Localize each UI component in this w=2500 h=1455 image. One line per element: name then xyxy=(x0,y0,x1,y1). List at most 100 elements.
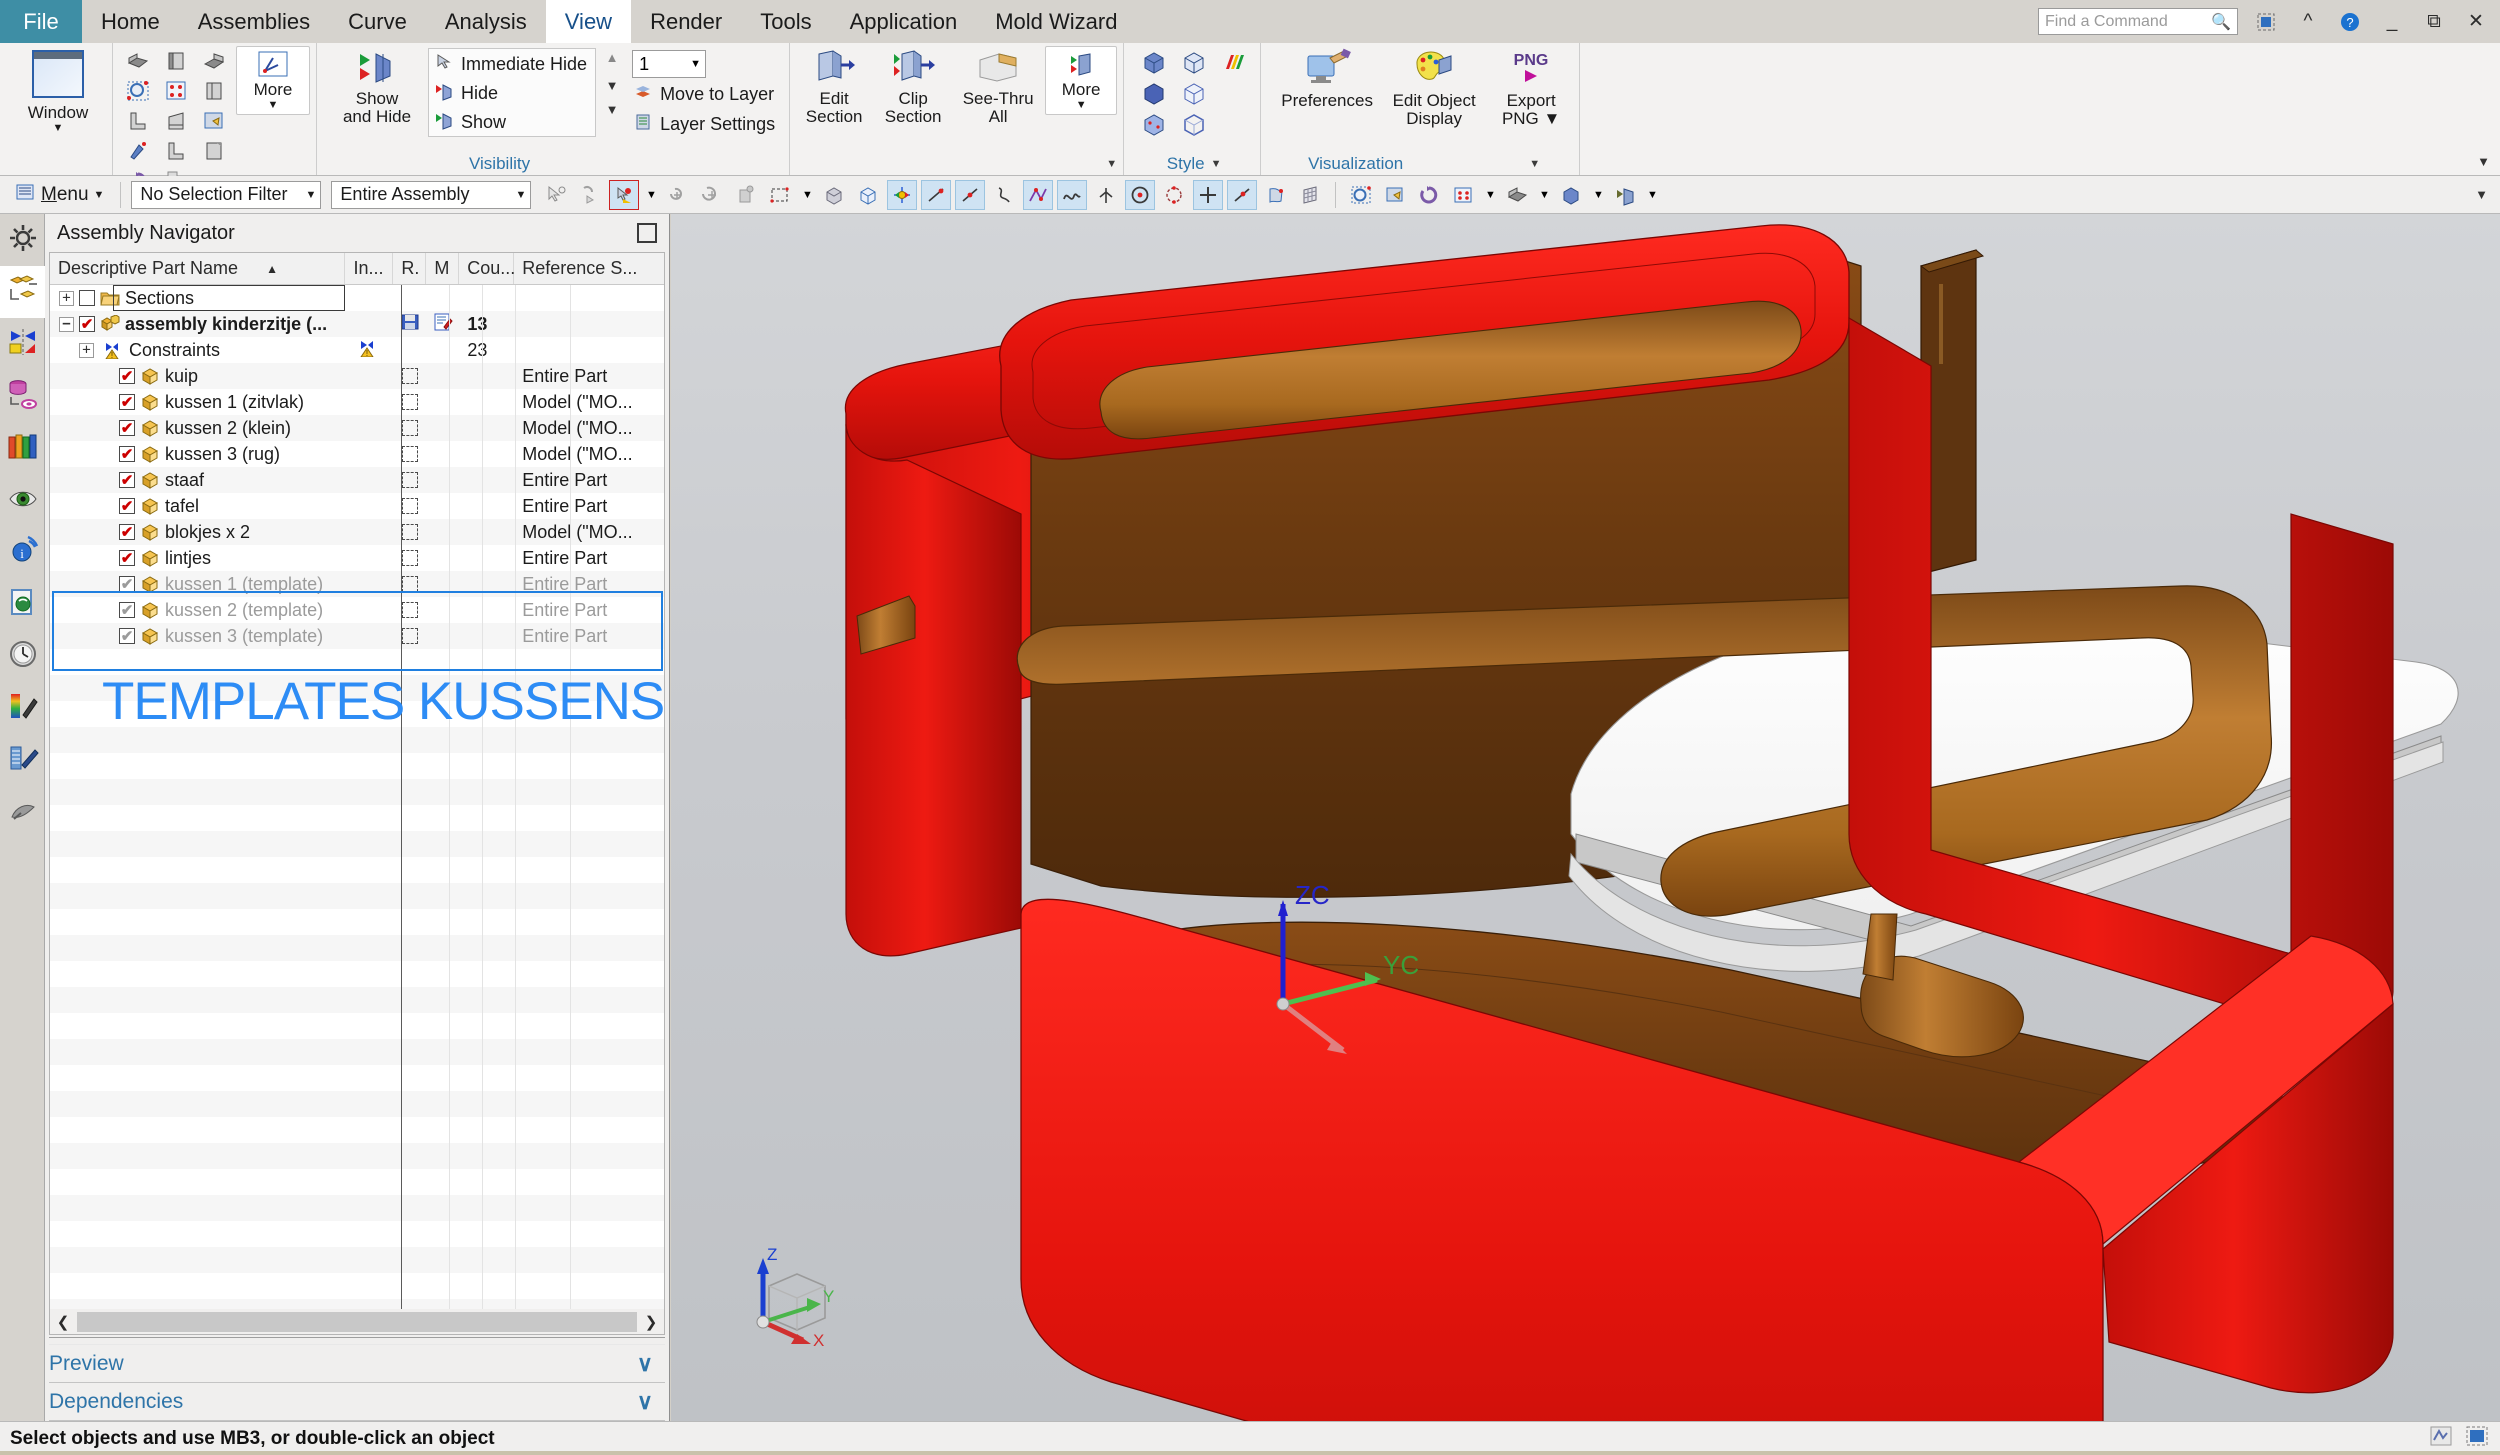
component-visibility-checkbox[interactable]: ✔ xyxy=(119,628,135,644)
top-view-icon[interactable] xyxy=(195,76,233,106)
layer-settings-item[interactable]: Layer Settings xyxy=(632,111,783,138)
isometric-view-icon[interactable] xyxy=(195,46,233,76)
tree-node-name-cell[interactable]: ✔ kussen 1 (zitvlak) xyxy=(50,389,346,415)
scroll-up-icon[interactable]: ▲ xyxy=(606,50,619,65)
table-row[interactable]: ✔ staaf Entire Part xyxy=(50,467,664,493)
chevron-down-icon[interactable]: ▼ xyxy=(1076,99,1087,112)
component-visibility-checkbox[interactable]: ✔ xyxy=(119,368,135,384)
ribbon-expand-icon[interactable]: ▼ xyxy=(2477,154,2490,169)
resource-bar-item-history[interactable] xyxy=(0,578,45,630)
arc-point-snap-icon[interactable] xyxy=(1159,180,1189,210)
tree-node-name-cell[interactable]: ✔ kussen 1 (template) xyxy=(50,571,346,597)
resource-bar-item-hd3d-tools[interactable] xyxy=(0,474,45,526)
minimize-icon[interactable]: _ xyxy=(2378,8,2406,36)
tree-node-name-cell[interactable]: ✔ kussen 3 (template) xyxy=(50,623,346,649)
component-visibility-checkbox[interactable]: ✔ xyxy=(119,394,135,410)
trimetric-view-icon[interactable] xyxy=(119,46,157,76)
resource-bar-item-web-export[interactable] xyxy=(0,786,45,838)
table-row[interactable]: ✔ kussen 2 (template) Entire Part xyxy=(50,597,664,623)
chevron-down-icon[interactable]: ▼ xyxy=(292,189,317,201)
face-analysis-icon[interactable] xyxy=(1134,108,1174,139)
chevron-down-icon[interactable]: ∨ xyxy=(637,1389,665,1415)
quadrant-point-snap-icon[interactable] xyxy=(1057,179,1088,210)
component-visibility-checkbox[interactable] xyxy=(79,290,95,306)
move-to-layer-item[interactable]: Move to Layer xyxy=(632,81,783,108)
show-and-hide-button[interactable]: Show and Hide xyxy=(329,46,425,129)
tree-node-name-cell[interactable]: ✔ kuip xyxy=(50,363,346,389)
snap-point-options-icon[interactable] xyxy=(731,180,761,210)
panel-resize-grip[interactable] xyxy=(49,1337,665,1345)
tree-node-name-cell[interactable]: ✔ kussen 3 (rug) xyxy=(50,441,346,467)
table-row[interactable]: ✔ tafel Entire Part xyxy=(50,493,664,519)
component-visibility-checkbox[interactable]: ✔ xyxy=(119,524,135,540)
table-row[interactable]: + Sections xyxy=(50,285,664,311)
control-point-snap-icon[interactable] xyxy=(955,179,986,210)
end-point-snap-icon[interactable] xyxy=(887,179,918,210)
table-row[interactable]: ✔ kussen 1 (zitvlak) Model ("MO... xyxy=(50,389,664,415)
component-visibility-checkbox[interactable]: ✔ xyxy=(119,446,135,462)
selection-filter-dropdown[interactable]: No Selection Filter ▼ xyxy=(131,180,322,209)
shaded-with-edges-icon[interactable] xyxy=(1174,46,1214,77)
render-style-icon[interactable] xyxy=(2428,1424,2454,1453)
intersection-snap-icon[interactable] xyxy=(989,180,1019,210)
resource-bar-item-constraint-navigator[interactable] xyxy=(0,318,45,370)
studio-icon[interactable] xyxy=(1134,77,1174,108)
tree-node-name-cell[interactable]: − ✔ assembly kinderzitje (... xyxy=(50,311,346,337)
ribbon-tab-home[interactable]: Home xyxy=(82,0,179,43)
component-visibility-checkbox[interactable]: ✔ xyxy=(119,550,135,566)
resource-bar-item-reuse-library[interactable] xyxy=(0,422,45,474)
tree-node-name-cell[interactable]: ✔ kussen 2 (klein) xyxy=(50,415,346,441)
pan-view-icon[interactable] xyxy=(195,106,233,136)
chevron-down-icon[interactable]: ▼ xyxy=(1644,189,1660,201)
column-header-read-only[interactable]: R. xyxy=(393,253,427,284)
component-visibility-checkbox[interactable]: ✔ xyxy=(119,602,135,618)
tree-node-name-cell[interactable]: ✔ tafel xyxy=(50,493,346,519)
shaded-icon[interactable] xyxy=(1134,46,1174,77)
tree-horizontal-scrollbar[interactable]: ❮ ❯ xyxy=(49,1309,665,1335)
resource-bar-item-system-clock[interactable] xyxy=(0,630,45,682)
collapse-ribbon-icon[interactable]: ^ xyxy=(2294,8,2322,36)
lintjes-upright[interactable] xyxy=(1919,214,2500,575)
point-on-curve-snap-icon[interactable] xyxy=(1091,180,1121,210)
column-header-reference-set[interactable]: Reference S... xyxy=(514,253,664,284)
graphics-window[interactable]: ZC YC Z Y X xyxy=(671,214,2500,1421)
column-header-modified[interactable]: M xyxy=(426,253,460,284)
resource-bar-item-palette[interactable] xyxy=(0,682,45,734)
chevron-down-icon[interactable]: ▼ xyxy=(690,58,701,70)
fit-view-icon[interactable] xyxy=(1346,180,1376,210)
scroll-right-icon[interactable]: ❯ xyxy=(638,1310,664,1334)
pan-icon[interactable] xyxy=(1380,180,1410,210)
help-icon[interactable]: ? xyxy=(2336,8,2364,36)
left-view-icon[interactable] xyxy=(119,106,157,136)
work-layer-input[interactable]: 1 ▼ xyxy=(632,50,707,78)
table-row[interactable]: − ✔ assembly kinderzitje (... 13 xyxy=(50,311,664,337)
chevron-down-icon[interactable]: ▼ xyxy=(643,189,659,201)
scrollbar-thumb[interactable] xyxy=(77,1311,637,1332)
resource-bar-item-assembly-navigator[interactable] xyxy=(0,266,45,318)
edit-object-display-button[interactable]: Edit Object Display xyxy=(1382,46,1486,131)
ribbon-tab-application[interactable]: Application xyxy=(831,0,977,43)
select-faces-icon[interactable] xyxy=(609,179,640,210)
tree-node-name-cell[interactable]: +! Constraints xyxy=(50,337,346,363)
view-section-icon[interactable] xyxy=(2464,1424,2490,1453)
ribbon-tab-assemblies[interactable]: Assemblies xyxy=(179,0,329,43)
component-visibility-checkbox[interactable]: ✔ xyxy=(119,498,135,514)
orientation-more-button[interactable]: More ▼ xyxy=(236,46,310,116)
zoom-view-icon[interactable] xyxy=(157,76,195,106)
clip-section-button[interactable]: Clip Section xyxy=(875,46,951,129)
fit-view-icon[interactable] xyxy=(119,76,157,106)
chevron-down-icon[interactable]: ▼ xyxy=(94,189,105,201)
restore-view-icon[interactable] xyxy=(2252,8,2280,36)
midpoint-snap-icon[interactable] xyxy=(921,179,952,210)
zoom-icon[interactable] xyxy=(1448,180,1478,210)
column-header-descriptive-part-name[interactable]: Descriptive Part Name ▲ xyxy=(50,253,346,284)
resource-bar-item-internet-explorer[interactable]: i xyxy=(0,526,45,578)
edit-section-button[interactable]: Edit Section xyxy=(796,46,872,129)
ribbon-tab-render[interactable]: Render xyxy=(631,0,741,43)
circle-center-snap-icon[interactable] xyxy=(1125,179,1156,210)
chevron-down-icon[interactable]: ▼ xyxy=(53,122,64,135)
wireframe-with-dim-edges-icon[interactable] xyxy=(1174,108,1214,139)
close-icon[interactable]: ✕ xyxy=(2462,8,2490,36)
immediate-hide-item[interactable]: Immediate Hide xyxy=(429,51,595,78)
expand-node-icon[interactable]: + xyxy=(79,342,94,358)
